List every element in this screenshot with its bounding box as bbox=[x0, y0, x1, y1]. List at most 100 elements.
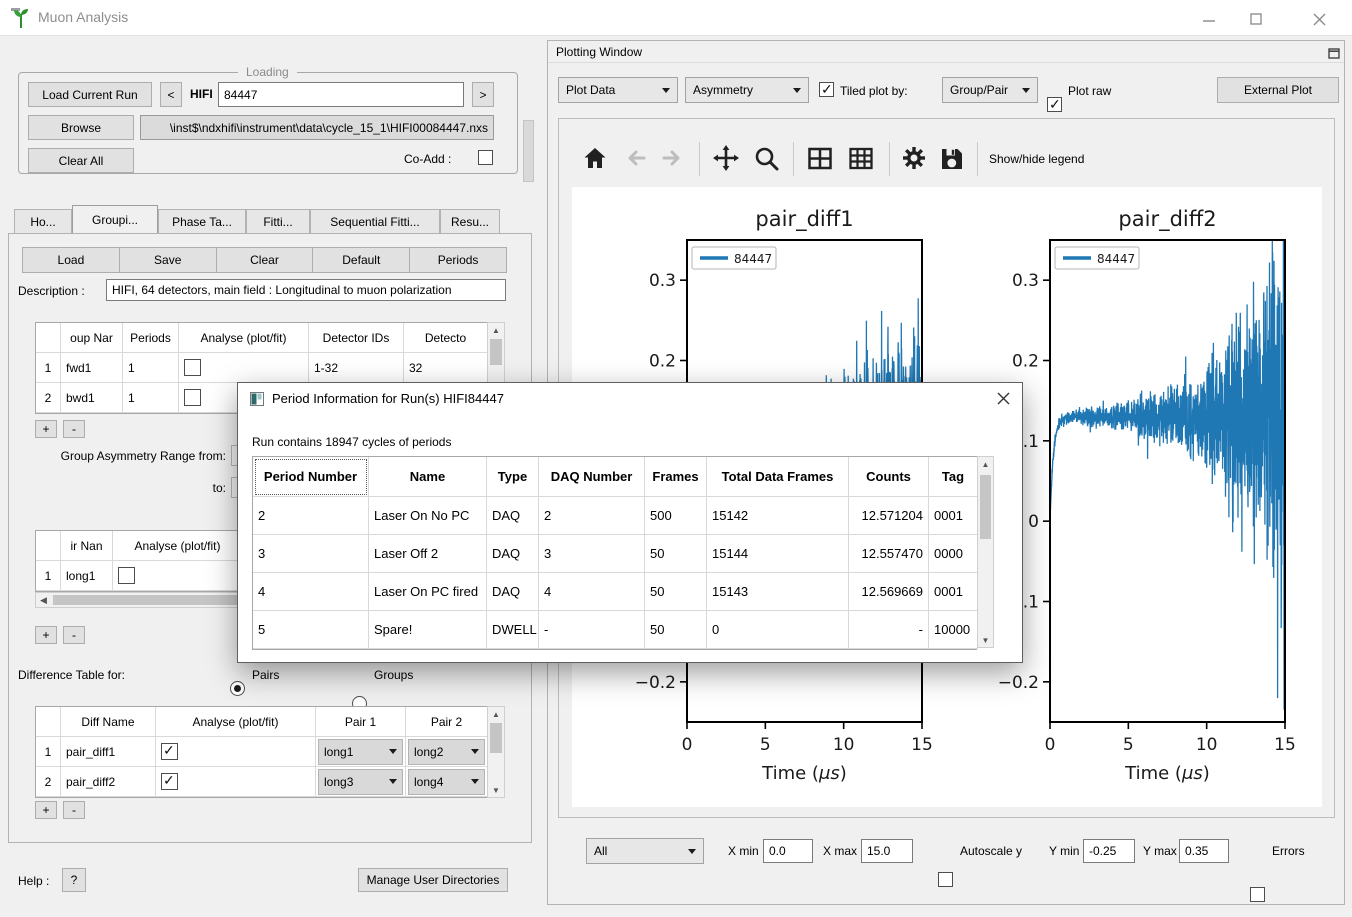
pair1-select[interactable]: long3 bbox=[318, 769, 403, 795]
chevron-down-icon bbox=[688, 849, 696, 854]
analyse-checkbox[interactable] bbox=[184, 389, 201, 406]
plot-type-select[interactable]: Asymmetry bbox=[685, 77, 809, 103]
analyse-checkbox[interactable] bbox=[161, 743, 178, 760]
table-cell[interactable] bbox=[113, 561, 243, 591]
table-cell: DWELL bbox=[487, 611, 539, 649]
difference-table-scrollbar[interactable]: ▲▼ bbox=[487, 706, 505, 798]
table-header-row: Period NumberNameTypeDAQ NumberFramesTot… bbox=[253, 457, 976, 497]
difference-table-for-label: Difference Table for: bbox=[18, 668, 125, 682]
svg-text:10: 10 bbox=[1196, 735, 1218, 755]
plot-data-select[interactable]: Plot Data bbox=[558, 77, 678, 103]
table-cell[interactable] bbox=[179, 353, 309, 383]
file-path-field[interactable]: \inst$\ndxhifi\instrument\data\cycle_15_… bbox=[140, 115, 494, 140]
table-cell: Laser On No PC bbox=[369, 497, 487, 535]
periods-button[interactable]: Periods bbox=[409, 247, 507, 273]
autoscale-y-label: Autoscale y bbox=[960, 844, 1022, 858]
legend-toggle-button[interactable]: Show/hide legend bbox=[989, 152, 1084, 166]
gear-icon[interactable] bbox=[900, 144, 928, 172]
tab-resu[interactable]: Resu... bbox=[440, 209, 500, 233]
pan-icon[interactable] bbox=[712, 144, 740, 172]
clear-all-button[interactable]: Clear All bbox=[28, 148, 134, 173]
diff-add-button[interactable]: + bbox=[35, 801, 57, 819]
column-header: Period Number bbox=[253, 457, 369, 497]
load-current-run-button[interactable]: Load Current Run bbox=[28, 82, 152, 107]
save-button[interactable]: Save bbox=[119, 247, 217, 273]
pair1-select[interactable]: long1 bbox=[318, 739, 403, 765]
run-number-input[interactable]: 84447 bbox=[218, 82, 464, 107]
tab-fitti[interactable]: Fitti... bbox=[246, 209, 310, 233]
tiled-plot-checkbox[interactable] bbox=[819, 82, 834, 97]
app-icon bbox=[10, 7, 32, 29]
combo-value: long1 bbox=[324, 745, 353, 759]
table-cell: Laser On PC fired bbox=[369, 573, 487, 611]
plot-selector[interactable]: All bbox=[586, 838, 704, 864]
maximize-button[interactable] bbox=[1243, 9, 1269, 29]
analyse-checkbox[interactable] bbox=[118, 567, 135, 584]
dialog-close-icon[interactable] bbox=[990, 387, 1016, 409]
previous-run-button[interactable]: < bbox=[160, 82, 182, 107]
table-cell: 5 bbox=[253, 611, 369, 649]
analyse-checkbox[interactable] bbox=[184, 359, 201, 376]
pair-remove-button[interactable]: - bbox=[63, 626, 85, 644]
left-scrollbar-thumb[interactable] bbox=[523, 120, 534, 182]
table-cell: 0 bbox=[707, 611, 849, 649]
load-button[interactable]: Load bbox=[22, 247, 120, 273]
home-icon[interactable] bbox=[582, 145, 608, 171]
tab-ho[interactable]: Ho... bbox=[14, 209, 72, 233]
pair2-select[interactable]: long4 bbox=[406, 767, 488, 797]
pair1-select[interactable]: long1 bbox=[316, 737, 406, 767]
svg-text:0: 0 bbox=[1028, 512, 1039, 532]
clear-button[interactable]: Clear bbox=[216, 247, 314, 273]
pair-add-button[interactable]: + bbox=[35, 626, 57, 644]
errors-checkbox[interactable] bbox=[1250, 887, 1265, 902]
pairs-radio[interactable] bbox=[230, 681, 245, 696]
minimize-button[interactable] bbox=[1196, 9, 1222, 29]
plot-raw-checkbox[interactable] bbox=[1047, 97, 1062, 112]
back-icon[interactable] bbox=[623, 145, 649, 171]
tab-groupi[interactable]: Groupi... bbox=[72, 205, 158, 233]
external-plot-button[interactable]: External Plot bbox=[1217, 77, 1339, 103]
zoom-icon[interactable] bbox=[753, 145, 780, 172]
plot-legend: 84447 bbox=[1055, 247, 1139, 269]
toolbar-separator bbox=[793, 142, 794, 176]
y-max-field[interactable]: 0.35 bbox=[1179, 839, 1229, 863]
svg-text:0: 0 bbox=[682, 735, 693, 755]
browse-button[interactable]: Browse bbox=[28, 115, 134, 140]
x-max-field[interactable]: 15.0 bbox=[861, 839, 913, 863]
table-cell[interactable] bbox=[156, 737, 316, 767]
series-84447 bbox=[1050, 240, 1285, 710]
y-min-field[interactable]: -0.25 bbox=[1083, 839, 1135, 863]
pair2-select[interactable]: long4 bbox=[408, 769, 485, 795]
tile-by-select[interactable]: Group/Pair bbox=[942, 77, 1038, 103]
next-run-button[interactable]: > bbox=[472, 82, 494, 107]
autoscale-y-checkbox[interactable] bbox=[938, 872, 953, 887]
table-row: 2Laser On No PCDAQ25001514212.5712040001 bbox=[253, 497, 976, 535]
svg-text:−0.2: −0.2 bbox=[635, 673, 676, 693]
group-remove-button[interactable]: - bbox=[63, 420, 85, 438]
help-button[interactable]: ? bbox=[62, 868, 86, 892]
close-button[interactable] bbox=[1306, 9, 1332, 29]
float-panel-icon[interactable] bbox=[1328, 46, 1340, 64]
description-field[interactable]: HIFI, 64 detectors, main field : Longitu… bbox=[106, 279, 506, 301]
table-cell: - bbox=[539, 611, 645, 649]
default-button[interactable]: Default bbox=[312, 247, 410, 273]
co-add-checkbox[interactable] bbox=[478, 150, 493, 165]
period-table-scrollbar[interactable]: ▲▼ bbox=[977, 456, 994, 648]
diff-remove-button[interactable]: - bbox=[63, 801, 85, 819]
pair2-select[interactable]: long2 bbox=[406, 737, 488, 767]
pair2-select[interactable]: long2 bbox=[408, 739, 485, 765]
analyse-checkbox[interactable] bbox=[161, 773, 178, 790]
x-min-field[interactable]: 0.0 bbox=[763, 839, 813, 863]
tab-sequential fitti[interactable]: Sequential Fitti... bbox=[310, 209, 440, 233]
manage-user-directories-button[interactable]: Manage User Directories bbox=[358, 868, 508, 892]
group-add-button[interactable]: + bbox=[35, 420, 57, 438]
subplots-icon[interactable] bbox=[806, 145, 834, 172]
save-icon[interactable] bbox=[938, 145, 965, 172]
pair1-select[interactable]: long3 bbox=[316, 767, 406, 797]
customize-axes-icon[interactable] bbox=[847, 145, 875, 172]
help-label: Help : bbox=[18, 874, 49, 888]
forward-icon[interactable] bbox=[659, 145, 685, 171]
tab-phase ta[interactable]: Phase Ta... bbox=[158, 209, 246, 233]
column-header: oup Nar bbox=[61, 323, 123, 353]
table-cell[interactable] bbox=[156, 767, 316, 797]
